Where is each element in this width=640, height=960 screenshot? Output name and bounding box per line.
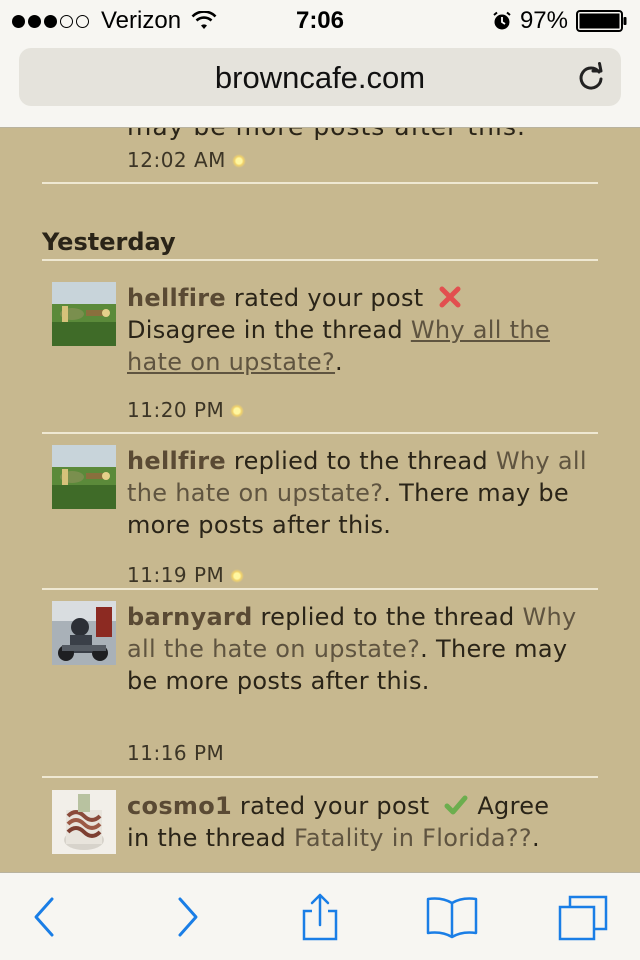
previous-item-tail: may be more posts after this. <box>127 128 526 141</box>
username-link[interactable]: hellfire <box>127 447 226 475</box>
forward-arrow-icon[interactable] <box>162 893 210 941</box>
middle-text: in the thread <box>127 824 295 852</box>
section-divider <box>42 259 598 261</box>
divider <box>42 182 598 184</box>
notifications-feed: may be more posts after this. 12:02 AM Y… <box>0 128 640 872</box>
notification-text: hellfire rated your post Disagree in the… <box>127 282 602 378</box>
battery-icon <box>576 10 627 32</box>
browser-toolbar <box>0 872 640 960</box>
time-text: 11:16 PM <box>127 741 225 765</box>
action-text: rated your post <box>232 792 438 820</box>
agree-check-icon <box>444 795 468 815</box>
share-icon[interactable] <box>296 893 344 941</box>
battery-percent: 97% <box>519 7 568 34</box>
middle-text: in the thread <box>235 316 411 344</box>
new-indicator-icon <box>231 154 246 168</box>
time-text: 11:20 PM <box>127 398 225 422</box>
item-time: 11:19 PM <box>127 563 245 587</box>
thread-link[interactable]: Fatality in Florida?? <box>294 824 532 852</box>
suffix-text: . <box>531 824 540 852</box>
avatar[interactable] <box>52 790 116 854</box>
notification-text: cosmo1 rated your post Agree in the thre… <box>127 790 602 854</box>
action-text: replied to the thread <box>226 447 496 475</box>
username-link[interactable]: hellfire <box>127 284 226 312</box>
item-time: 11:16 PM <box>127 741 224 765</box>
time-text: 11:19 PM <box>127 563 225 587</box>
address-domain[interactable]: browncafe.com <box>19 60 621 96</box>
back-arrow-icon[interactable] <box>22 893 70 941</box>
browser-top-bar: browncafe.com <box>0 40 640 128</box>
reload-icon[interactable] <box>575 61 607 93</box>
time-text: 12:02 AM <box>127 148 226 172</box>
section-title: Yesterday <box>42 228 176 256</box>
new-indicator-icon <box>230 569 245 583</box>
address-bar[interactable]: browncafe.com <box>19 48 621 106</box>
avatar[interactable] <box>52 601 116 665</box>
action-text: rated your post <box>226 284 432 312</box>
divider <box>42 432 598 434</box>
avatar[interactable] <box>52 445 116 509</box>
previous-item-time: 12:02 AM <box>127 148 246 172</box>
tabs-icon[interactable] <box>556 893 612 941</box>
new-indicator-icon <box>230 404 245 418</box>
bookmarks-icon[interactable] <box>424 893 480 941</box>
item-time: 11:20 PM <box>127 398 245 422</box>
status-right: 97% <box>492 7 628 35</box>
rating-label: Disagree <box>127 316 236 344</box>
divider <box>42 588 598 590</box>
status-bar: Verizon 7:06 97% <box>0 0 640 40</box>
disagree-x-icon <box>439 286 461 308</box>
rating-label: Agree <box>477 792 550 820</box>
notification-text: hellfire replied to the thread Why all t… <box>127 445 602 541</box>
divider <box>42 776 598 778</box>
username-link[interactable]: cosmo1 <box>127 792 232 820</box>
action-text: replied to the thread <box>252 603 523 631</box>
avatar[interactable] <box>52 282 116 346</box>
notification-text: barnyard replied to the thread Why all t… <box>127 601 602 697</box>
alarm-icon <box>493 11 511 30</box>
suffix-text: . <box>335 348 343 376</box>
username-link[interactable]: barnyard <box>127 603 253 631</box>
